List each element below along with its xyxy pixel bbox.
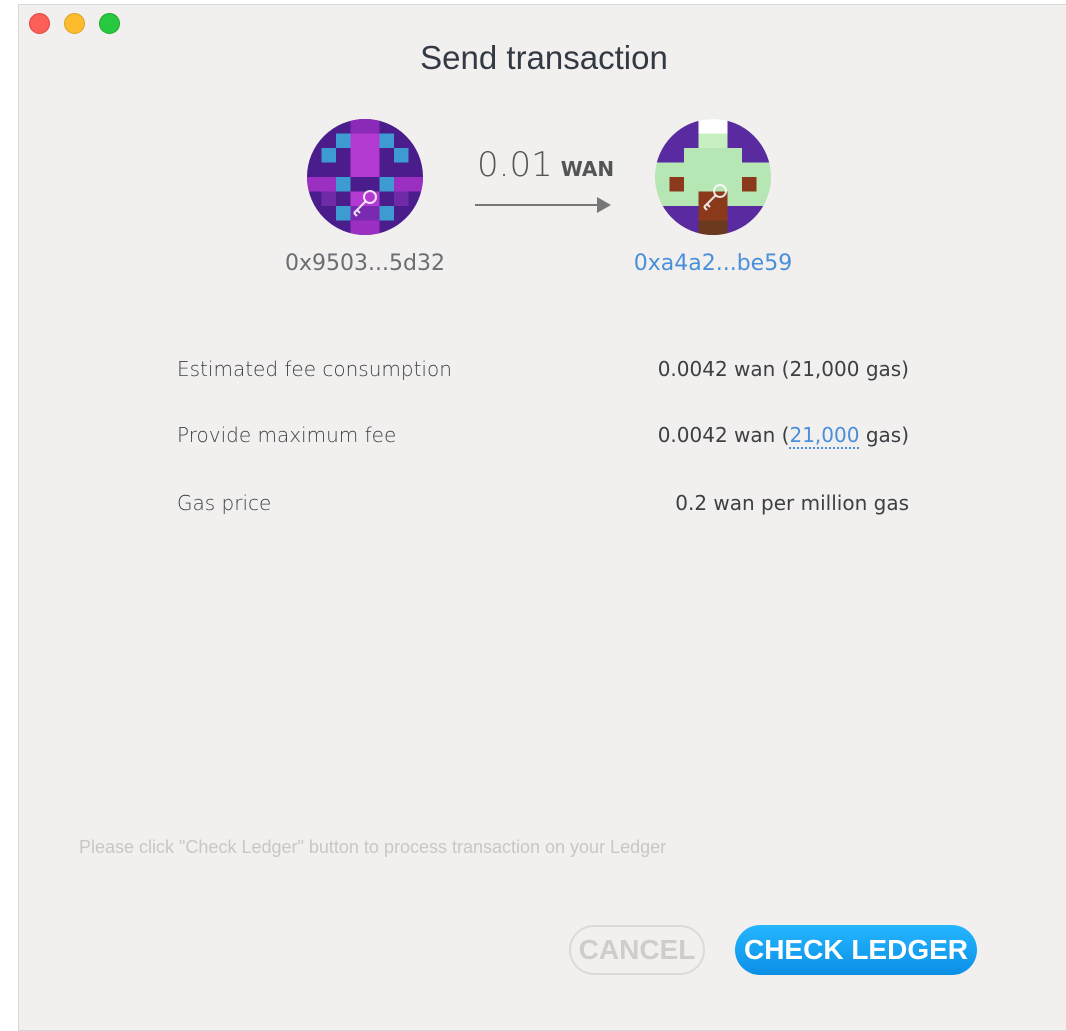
key-icon — [353, 190, 377, 217]
window-controls — [29, 13, 120, 34]
gas-price-label: Gas price — [177, 491, 272, 515]
amount-unit: WAN — [560, 157, 615, 181]
maximum-fee-suffix: gas) — [859, 423, 909, 447]
estimated-fee-value: 0.0042 wan (21,000 gas) — [657, 357, 909, 381]
amount-value: 0.01 — [477, 145, 553, 185]
maximum-fee-label: Provide maximum fee — [177, 423, 397, 447]
estimated-fee-label: Estimated fee consumption — [177, 357, 452, 381]
check-ledger-button[interactable]: CHECK LEDGER — [735, 925, 977, 975]
maximize-window-icon[interactable] — [99, 13, 120, 34]
fee-row-maximum: Provide maximum fee 0.0042 wan (21,000 g… — [177, 423, 909, 449]
fee-row-estimated: Estimated fee consumption 0.0042 wan (21… — [177, 357, 909, 381]
fee-row-gas-price: Gas price 0.2 wan per million gas — [177, 491, 909, 515]
send-transaction-window: Send transaction 0x9503...5d32 0.01 WAN … — [18, 4, 1066, 1031]
close-window-icon[interactable] — [29, 13, 50, 34]
maximum-fee-prefix: 0.0042 wan ( — [657, 423, 790, 447]
transfer-amount: 0.01 WAN — [477, 145, 614, 185]
gas-limit-link[interactable]: 21,000 — [789, 423, 860, 449]
key-icon — [703, 184, 727, 211]
gas-price-value: 0.2 wan per million gas — [675, 491, 909, 515]
maximum-fee-value: 0.0042 wan (21,000 gas) — [657, 423, 909, 449]
ledger-hint-text: Please click "Check Ledger" button to pr… — [79, 837, 667, 857]
minimize-window-icon[interactable] — [64, 13, 85, 34]
from-address: 0x9503...5d32 — [285, 251, 445, 276]
arrow-right-icon — [475, 197, 611, 213]
page-title: Send transaction — [420, 39, 668, 76]
cancel-button[interactable]: CANCEL — [569, 925, 705, 975]
to-address[interactable]: 0xa4a2...be59 — [613, 251, 813, 276]
